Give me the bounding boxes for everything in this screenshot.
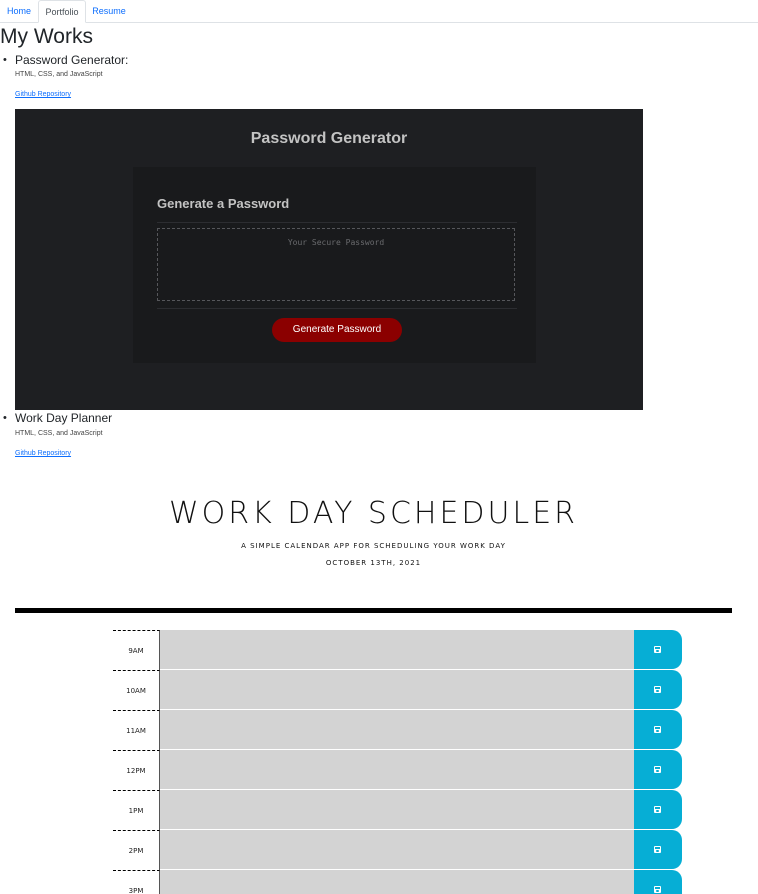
hour-label: 9am (113, 630, 160, 670)
time-block-description (160, 630, 634, 670)
page-title: My Works (0, 25, 93, 48)
time-block-row: 3pm (113, 870, 683, 894)
floppy-disk-icon (654, 886, 661, 893)
tab-portfolio[interactable]: Portfolio (38, 0, 86, 23)
hour-label: 1pm (113, 790, 160, 830)
pw-heading: Password Generator (250, 130, 408, 147)
project-title: Password Generator: (15, 53, 129, 67)
time-block-description (160, 830, 634, 870)
generate-password-button: Generate Password (272, 318, 402, 342)
floppy-disk-icon (654, 646, 661, 653)
time-block-description (160, 790, 634, 830)
save-button (634, 830, 682, 869)
time-block-row: 9am (113, 630, 683, 670)
time-block-row: 10am (113, 670, 683, 710)
password-generator-screenshot: Password Generator Generate a Password Y… (15, 109, 643, 410)
project-title: Work Day Planner (15, 411, 113, 425)
save-button (634, 750, 682, 789)
floppy-disk-icon (654, 686, 661, 693)
save-button (634, 670, 682, 709)
project-tech: HTML, CSS, and JavaScript (15, 71, 103, 78)
floppy-disk-icon (654, 806, 661, 813)
tab-resume[interactable]: Resume (86, 0, 132, 22)
time-block-description (160, 870, 634, 894)
github-repository-link[interactable]: Github Repository (15, 91, 71, 98)
save-button (634, 710, 682, 749)
hour-label: 11am (113, 710, 160, 750)
time-block-row: 2pm (113, 830, 683, 870)
header-divider (15, 608, 732, 613)
nav-tabs: Home Portfolio Resume (0, 0, 758, 23)
floppy-disk-icon (654, 766, 661, 773)
pw-card: Generate a Password Your Secure Password… (133, 167, 536, 363)
scheduler-title: Work Day Scheduler (168, 496, 579, 531)
divider (157, 222, 517, 223)
scheduler-current-date: October 13th, 2021 (325, 559, 422, 567)
save-button (634, 870, 682, 894)
time-block-description (160, 710, 634, 750)
save-button (634, 630, 682, 669)
hour-label: 10am (113, 670, 160, 710)
time-block-row: 12pm (113, 750, 683, 790)
list-bullet: • (3, 54, 7, 66)
time-block-row: 11am (113, 710, 683, 750)
time-block-row: 1pm (113, 790, 683, 830)
password-placeholder: Your Secure Password (287, 238, 385, 247)
scheduler-lead: A simple calendar app for scheduling you… (241, 542, 506, 550)
work-day-scheduler-screenshot: Work Day Scheduler A simple calendar app… (15, 466, 732, 894)
hour-label: 2pm (113, 830, 160, 870)
tab-home[interactable]: Home (0, 0, 38, 22)
time-block-description (160, 750, 634, 790)
password-textarea: Your Secure Password (157, 228, 515, 301)
time-block-description (160, 670, 634, 710)
list-bullet: • (3, 412, 7, 424)
floppy-disk-icon (654, 846, 661, 853)
save-button (634, 790, 682, 829)
hour-label: 3pm (113, 870, 160, 894)
project-tech: HTML, CSS, and JavaScript (15, 430, 103, 437)
pw-card-heading: Generate a Password (157, 196, 290, 211)
divider (157, 308, 517, 309)
github-repository-link[interactable]: Github Repository (15, 450, 71, 457)
floppy-disk-icon (654, 726, 661, 733)
hour-label: 12pm (113, 750, 160, 790)
